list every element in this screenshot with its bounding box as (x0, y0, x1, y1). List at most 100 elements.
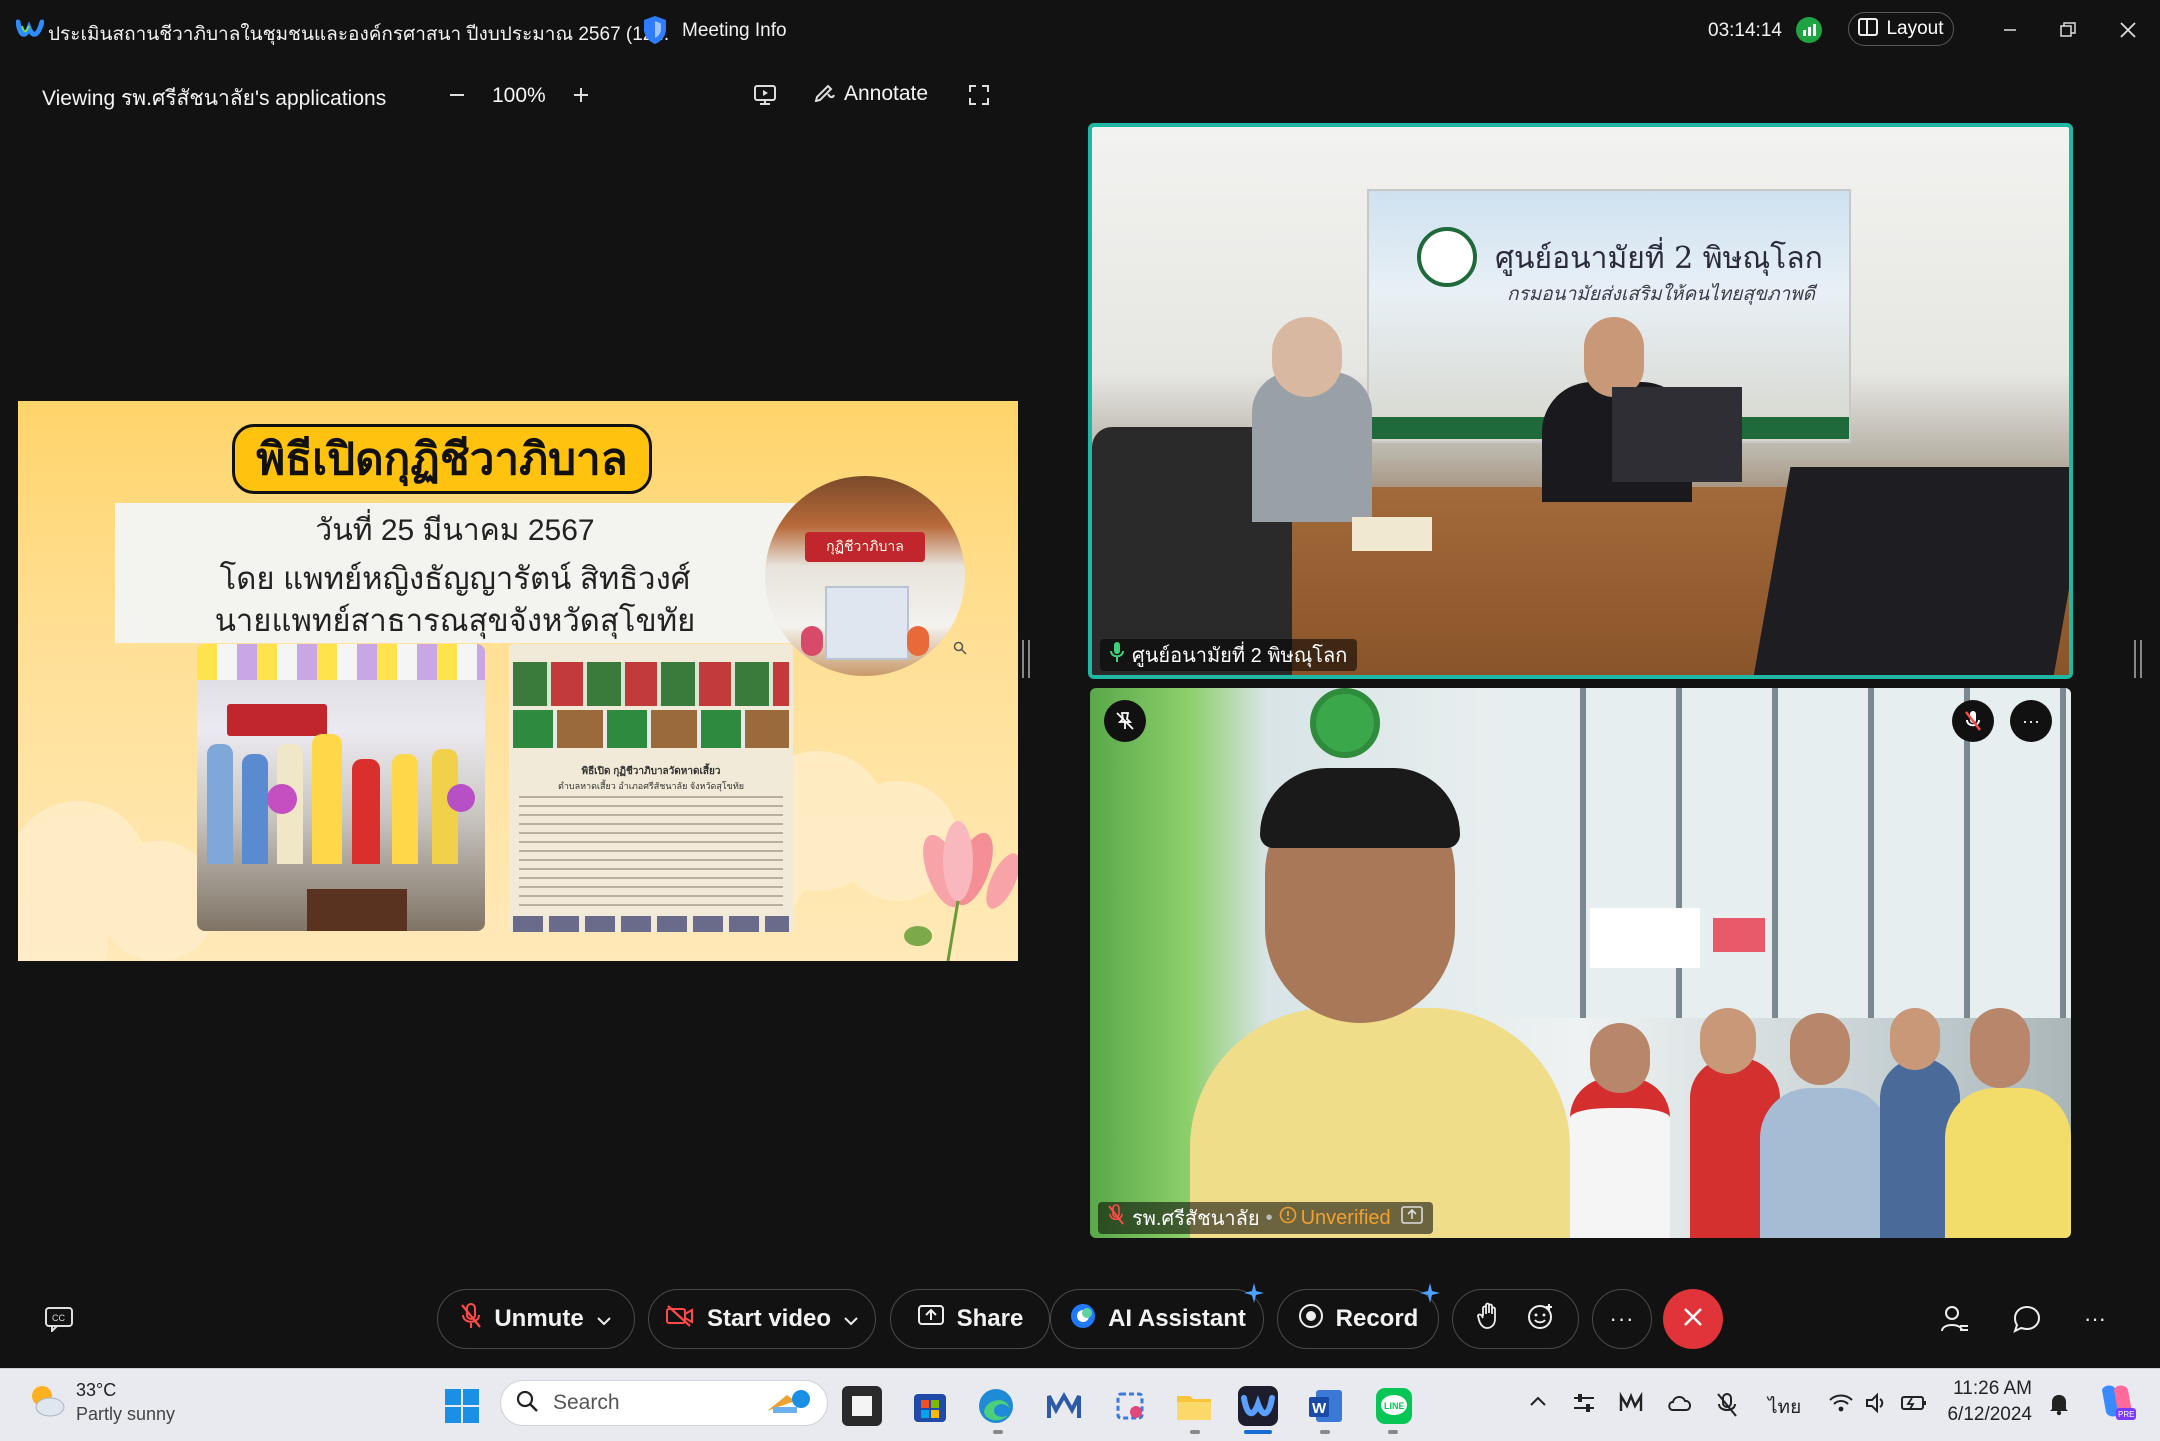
close-icon (1682, 1306, 1704, 1333)
mail-app-icon[interactable] (1044, 1386, 1084, 1426)
shield-icon[interactable] (642, 15, 668, 50)
slide-date: วันที่ 25 มีนาคม 2567 (315, 514, 595, 547)
sparkle-icon (1244, 1283, 1264, 1308)
mic-muted-icon (460, 1302, 482, 1337)
volume-icon[interactable] (1864, 1392, 1888, 1420)
line-app-icon[interactable]: LINE (1374, 1386, 1414, 1426)
weather-temperature[interactable]: 33°C (76, 1380, 116, 1401)
microphone-muted-tray-icon[interactable] (1716, 1392, 1738, 1424)
more-options-button[interactable]: ··· (1592, 1289, 1652, 1349)
chat-icon[interactable] (2012, 1304, 2042, 1339)
participant-name: รพ.ศรีสัชนาลัย (1132, 1208, 1260, 1230)
remote-control-icon[interactable] (748, 78, 782, 112)
slide-title: พิธีเปิดกุฏิชีวาภิบาล (256, 435, 628, 484)
task-view-icon[interactable] (842, 1386, 882, 1426)
meeting-timer: 03:14:14 (1708, 20, 1782, 41)
settings-sliders-icon[interactable] (1572, 1392, 1596, 1420)
search-highlight-icon (761, 1385, 817, 1422)
video-off-icon (665, 1304, 695, 1335)
muted-mic-small-icon (1108, 1204, 1124, 1232)
unpin-icon[interactable] (1104, 700, 1146, 742)
notification-bell-icon[interactable] (2048, 1392, 2070, 1422)
webex-taskbar-icon[interactable] (1238, 1386, 1278, 1426)
annotate-label: Annotate (844, 81, 929, 105)
clock-date[interactable]: 6/12/2024 (1940, 1404, 2032, 1426)
splitter-handle-right[interactable] (2134, 640, 2142, 678)
start-video-button[interactable]: Start video (648, 1289, 876, 1349)
ai-assistant-label: AI Assistant (1108, 1305, 1246, 1332)
sign-sub-text: กรมอนามัยส่งเสริมให้คนไทยสุขภาพดี (1507, 284, 1816, 305)
start-video-label: Start video (706, 1305, 832, 1332)
minimize-button[interactable] (1988, 8, 2032, 52)
partly-sunny-icon[interactable] (26, 1380, 66, 1425)
annotate-button[interactable]: Annotate (814, 80, 928, 107)
sharing-icon (1400, 1206, 1423, 1230)
svg-text:PRE: PRE (2118, 1410, 2134, 1419)
document-subheading: ตำบลหาดเสี้ยว อำเภอศรีสัชนาลัย จังหวัดสุ… (557, 781, 745, 791)
word-app-icon[interactable]: W (1306, 1386, 1346, 1426)
clock-time[interactable]: 11:26 AM (1940, 1378, 2032, 1400)
video-tile-hospital[interactable]: ··· รพ.ศรีสัชนาลัย • Unverified (1090, 688, 2071, 1238)
input-language[interactable]: ไทย (1768, 1392, 1801, 1422)
captions-icon[interactable]: CC (44, 1306, 74, 1337)
snipping-tool-icon[interactable] (1110, 1386, 1150, 1426)
sparkle-icon (1420, 1283, 1440, 1308)
slide-text-panel: วันที่ 25 มีนาคม 2567 โดย แพทย์หญิงธัญญา… (115, 503, 795, 643)
reaction-emoji-icon[interactable] (1527, 1302, 1555, 1337)
slide-presenter-role: นายแพทย์สาธารณสุขจังหวัดสุโขทัย (214, 603, 696, 638)
monitor (1612, 387, 1742, 482)
record-label: Record (1335, 1305, 1419, 1332)
shared-slide: พิธีเปิดกุฏิชีวาภิบาล วันที่ 25 มีนาคม 2… (18, 401, 1018, 961)
record-button[interactable]: Record (1277, 1289, 1439, 1349)
weather-condition[interactable]: Partly sunny (76, 1404, 175, 1425)
microsoft-store-icon[interactable] (910, 1386, 950, 1426)
pen-icon (814, 80, 836, 107)
search-placeholder: Search (553, 1391, 620, 1414)
ai-assistant-button[interactable]: AI Assistant (1050, 1289, 1264, 1349)
svg-text:W: W (1312, 1400, 1327, 1417)
zoom-in-button[interactable] (564, 78, 598, 112)
mail-tray-icon[interactable] (1618, 1391, 1644, 1420)
edge-browser-icon[interactable] (976, 1386, 1016, 1426)
chevron-down-icon[interactable] (596, 1305, 612, 1333)
health-department-logo-icon (1417, 227, 1477, 287)
copilot-icon[interactable]: PRE (2094, 1382, 2138, 1427)
search-icon (515, 1389, 539, 1418)
end-call-button[interactable] (1663, 1289, 1723, 1349)
tile-more-options-button[interactable]: ··· (2010, 700, 2052, 742)
zoom-out-button[interactable] (440, 78, 474, 112)
unmute-label: Unmute (494, 1305, 584, 1332)
reactions-group (1452, 1289, 1579, 1349)
unmute-button[interactable]: Unmute (437, 1289, 635, 1349)
ceremony-photo (197, 644, 485, 931)
share-button[interactable]: Share (890, 1289, 1050, 1349)
circle-photo: กุฏิชีวาภิบาล (765, 476, 965, 676)
splitter-handle-left[interactable] (1022, 640, 1030, 678)
file-explorer-icon[interactable] (1174, 1386, 1214, 1426)
wifi-icon[interactable] (1828, 1392, 1854, 1420)
restore-button[interactable] (2046, 8, 2090, 52)
battery-icon[interactable] (1900, 1392, 1928, 1420)
cloud-sync-icon[interactable] (1666, 1392, 1694, 1420)
windows-start-icon[interactable] (442, 1386, 482, 1426)
meeting-info-button[interactable]: Meeting Info (682, 20, 787, 42)
panel-more-button[interactable]: ··· (2084, 1306, 2106, 1332)
active-app-indicator (1244, 1430, 1272, 1434)
participant-name: ศูนย์อนามัยที่ 2 พิษณุโลก (1132, 645, 1348, 667)
fullscreen-icon[interactable] (962, 78, 996, 112)
video-tile-health-center[interactable]: ศูนย์อนามัยที่ 2 พิษณุโลก กรมอนามัยส่งเส… (1088, 123, 2073, 679)
taskbar-search-box[interactable]: Search (500, 1380, 828, 1426)
microphone-icon (1110, 641, 1124, 669)
participants-icon[interactable] (1940, 1304, 1970, 1339)
wall-clock-icon (1310, 688, 1380, 758)
close-window-button[interactable] (2106, 8, 2150, 52)
chevron-down-icon[interactable] (843, 1305, 859, 1333)
share-screen-icon (917, 1304, 945, 1335)
record-icon (1298, 1303, 1324, 1336)
network-quality-icon[interactable] (1796, 17, 1822, 43)
show-hidden-icons-icon[interactable] (1528, 1392, 1548, 1418)
layout-button[interactable]: Layout (1848, 12, 1954, 46)
muted-mic-icon (1952, 700, 1994, 742)
raise-hand-icon[interactable] (1476, 1302, 1501, 1337)
title-bar: ประเมินสถานชีวาภิบาลในชุมชนและองค์กรศาสน… (0, 0, 2160, 60)
